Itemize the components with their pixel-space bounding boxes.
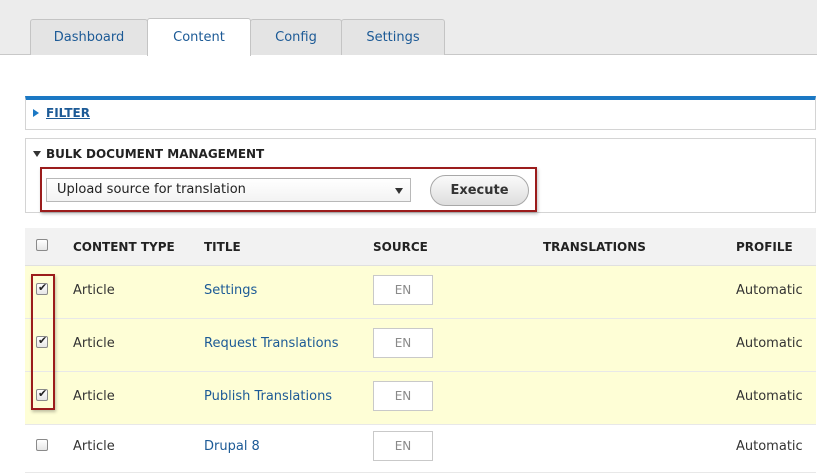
bulk-action-select[interactable]: Upload source for translation xyxy=(46,178,411,202)
row-profile: Automatic xyxy=(736,439,803,454)
source-language-button[interactable]: EN xyxy=(373,275,433,305)
filter-panel: FILTER xyxy=(25,96,816,130)
row-title-link[interactable]: Publish Translations xyxy=(204,389,332,404)
bulk-heading[interactable]: BULK DOCUMENT MANAGEMENT xyxy=(46,147,264,161)
source-language-button[interactable]: EN xyxy=(373,381,433,411)
row-content-type: Article xyxy=(73,389,115,404)
source-language-button[interactable]: EN xyxy=(373,328,433,358)
header-profile[interactable]: PROFILE xyxy=(736,240,793,254)
row-checkbox[interactable]: ✔ xyxy=(36,387,48,401)
row-checkbox[interactable] xyxy=(36,439,48,451)
source-language-button[interactable]: EN xyxy=(373,431,433,461)
row-title-link[interactable]: Drupal 8 xyxy=(204,439,260,454)
select-all-checkbox[interactable] xyxy=(36,239,48,251)
triangle-right-icon[interactable] xyxy=(33,109,39,117)
row-checkbox[interactable]: ✔ xyxy=(36,281,48,295)
row-content-type: Article xyxy=(73,283,115,298)
row-content-type: Article xyxy=(73,439,115,454)
table-row: ✔ Article Publish Translations EN Automa… xyxy=(25,372,816,425)
row-title-link[interactable]: Settings xyxy=(204,283,257,298)
table-header: CONTENT TYPE TITLE SOURCE TRANSLATIONS P… xyxy=(25,228,816,266)
tab-content[interactable]: Content xyxy=(147,18,251,56)
check-icon: ✔ xyxy=(38,387,48,400)
execute-button[interactable]: Execute xyxy=(430,175,529,206)
row-title-link[interactable]: Request Translations xyxy=(204,336,339,351)
filter-toggle[interactable]: FILTER xyxy=(46,106,90,120)
row-content-type: Article xyxy=(73,336,115,351)
table-row: ✔ Article Request Translations EN Automa… xyxy=(25,319,816,372)
header-source: SOURCE xyxy=(373,240,428,254)
row-profile: Automatic xyxy=(736,336,803,351)
chevron-down-icon xyxy=(395,188,403,194)
tab-config[interactable]: Config xyxy=(250,19,342,55)
bulk-action-value: Upload source for translation xyxy=(57,182,246,197)
table-row: ✔ Article Settings EN Automatic xyxy=(25,266,816,319)
row-checkbox[interactable]: ✔ xyxy=(36,334,48,348)
tab-settings[interactable]: Settings xyxy=(341,19,445,55)
tab-bar: Dashboard Content Config Settings xyxy=(0,0,817,56)
check-icon: ✔ xyxy=(38,334,48,347)
tab-dashboard[interactable]: Dashboard xyxy=(30,19,148,55)
header-content-type[interactable]: CONTENT TYPE xyxy=(73,240,175,254)
table-row: Article Drupal 8 EN Automatic xyxy=(25,425,816,473)
triangle-down-icon[interactable] xyxy=(33,151,41,157)
header-translations: TRANSLATIONS xyxy=(543,240,646,254)
row-profile: Automatic xyxy=(736,389,803,404)
header-title[interactable]: TITLE xyxy=(204,240,241,254)
check-icon: ✔ xyxy=(38,281,48,294)
row-profile: Automatic xyxy=(736,283,803,298)
